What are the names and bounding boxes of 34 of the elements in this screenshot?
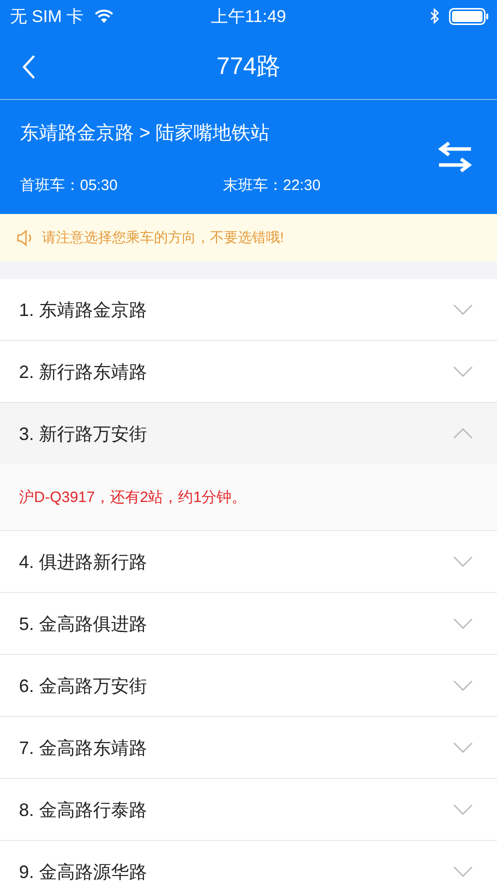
first-bus-time: 首班车：05:30 (20, 176, 119, 194)
swap-arrows-icon (438, 141, 472, 173)
stop-name: 7. 金高路东靖路 (19, 736, 148, 760)
battery-icon (449, 8, 489, 24)
notice-text: 请注意选择您乘车的方向，不要选错哦! (42, 228, 284, 246)
bus-arrival-info: 沪D-Q3917，还有2站，约1分钟。 (19, 488, 247, 506)
chevron-up-icon (453, 428, 473, 439)
chevron-down-icon (453, 804, 473, 815)
stop-row[interactable]: 3. 新行路万安街 (0, 403, 497, 464)
back-icon (22, 54, 36, 80)
carrier-label: 无 SIM 卡 (10, 6, 84, 28)
chevron-down-icon (453, 618, 473, 629)
chevron-down-icon (453, 680, 473, 691)
chevron-down-icon (453, 556, 473, 567)
stop-name: 8. 金高路行泰路 (19, 798, 148, 822)
stop-name: 4. 俱进路新行路 (19, 550, 148, 574)
stop-name: 5. 金高路俱进路 (19, 612, 148, 636)
wifi-icon (94, 8, 114, 24)
chevron-down-icon (453, 366, 473, 377)
bluetooth-icon (430, 8, 439, 24)
chevron-down-icon (453, 742, 473, 753)
clock: 上午11:49 (210, 6, 286, 28)
chevron-down-icon (453, 304, 473, 315)
page-title: 774路 (216, 52, 281, 82)
stop-name: 3. 新行路万安街 (19, 422, 148, 446)
speaker-icon (17, 230, 34, 246)
stop-name: 9. 金高路源华路 (19, 860, 148, 883)
chevron-down-icon (453, 866, 473, 877)
swap-direction-button[interactable] (438, 141, 472, 173)
stop-name: 2. 新行路东靖路 (19, 360, 148, 384)
route-direction: 东靖路金京路 > 陆家嘴地铁站 (20, 122, 271, 146)
stop-name: 6. 金高路万安街 (19, 674, 148, 698)
stop-name: 1. 东靖路金京路 (19, 298, 148, 322)
last-bus-time: 末班车：22:30 (223, 176, 321, 194)
